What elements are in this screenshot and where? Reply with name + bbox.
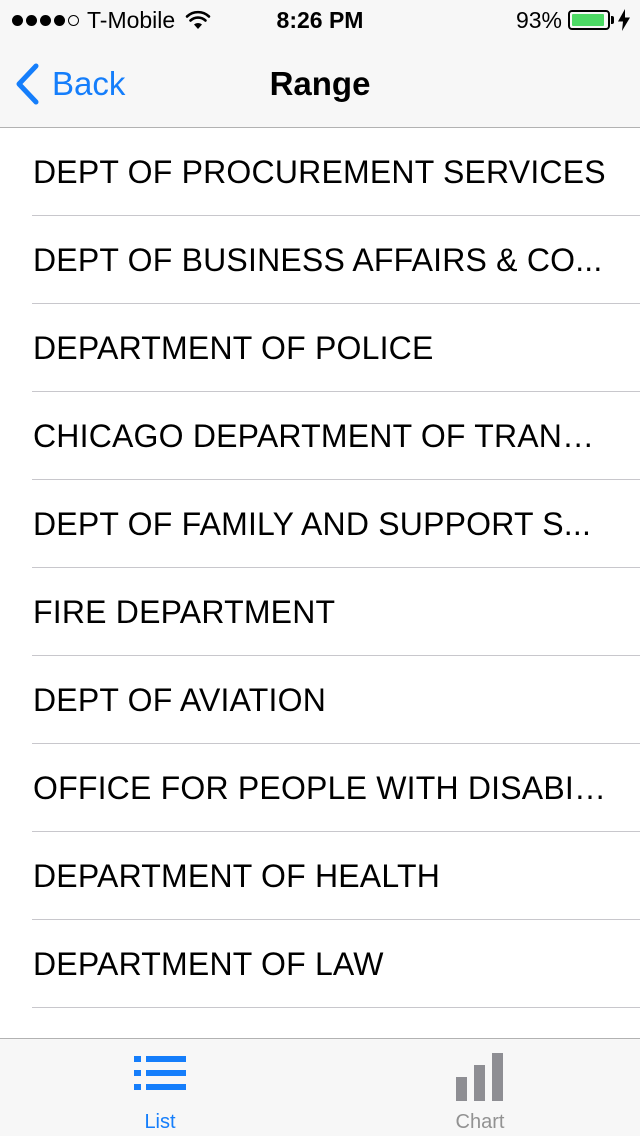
- list-item[interactable]: CHICAGO DEPARTMENT OF TRANS...: [0, 392, 640, 480]
- list-item[interactable]: DEPARTMENT OF LAW: [0, 920, 640, 1008]
- list-item[interactable]: DEPT OF PROCUREMENT SERVICES: [0, 128, 640, 216]
- bar-chart-icon: [456, 1053, 503, 1101]
- tab-label: Chart: [455, 1111, 505, 1133]
- list-item-label: DEPT OF FAMILY AND SUPPORT S...: [33, 505, 592, 542]
- list-item-label: CHICAGO DEPARTMENT OF TRANS...: [33, 417, 610, 454]
- list-item[interactable]: DEPARTMENT OF POLICE: [0, 304, 640, 392]
- navigation-bar: Back Range: [0, 40, 640, 128]
- list-item-label: DEPARTMENT OF LAW: [33, 945, 384, 982]
- list-item-label: DEPARTMENT OF POLICE: [33, 329, 434, 366]
- page-title: Range: [269, 65, 371, 102]
- list-icon: [134, 1056, 186, 1090]
- tab-chart[interactable]: Chart: [320, 1039, 640, 1137]
- tab-bar: List Chart: [0, 1038, 640, 1136]
- battery-icon: [568, 10, 610, 30]
- tab-list[interactable]: List: [0, 1039, 320, 1137]
- list-item-label: DEPT OF AVIATION: [33, 681, 327, 718]
- department-list: DEPT OF PROCUREMENT SERVICES DEPT OF BUS…: [0, 128, 640, 1008]
- status-bar: T-Mobile 8:26 PM 93%: [0, 0, 640, 40]
- list-item[interactable]: DEPT OF AVIATION: [0, 656, 640, 744]
- battery-level-fill: [572, 14, 604, 26]
- list-item[interactable]: DEPARTMENT OF HEALTH: [0, 832, 640, 920]
- battery-percentage: 93%: [515, 6, 562, 33]
- list-item-label: DEPT OF BUSINESS AFFAIRS & CO...: [33, 241, 603, 278]
- status-right: 93%: [516, 6, 630, 34]
- list-item-label: DEPARTMENT OF HEALTH: [33, 857, 441, 894]
- list-item-label: FIRE DEPARTMENT: [33, 593, 336, 630]
- charging-bolt-icon: [618, 9, 630, 31]
- battery-cap: [611, 16, 614, 24]
- list-item[interactable]: OFFICE FOR PEOPLE WITH DISABIL...: [0, 744, 640, 832]
- list-item-label: DEPT OF PROCUREMENT SERVICES: [33, 153, 606, 190]
- list-item[interactable]: DEPT OF FAMILY AND SUPPORT S...: [0, 480, 640, 568]
- tab-label: List: [144, 1111, 176, 1133]
- list-item-label: OFFICE FOR PEOPLE WITH DISABIL...: [33, 769, 610, 806]
- list-item[interactable]: FIRE DEPARTMENT: [0, 568, 640, 656]
- list-item[interactable]: DEPT OF BUSINESS AFFAIRS & CO...: [0, 216, 640, 304]
